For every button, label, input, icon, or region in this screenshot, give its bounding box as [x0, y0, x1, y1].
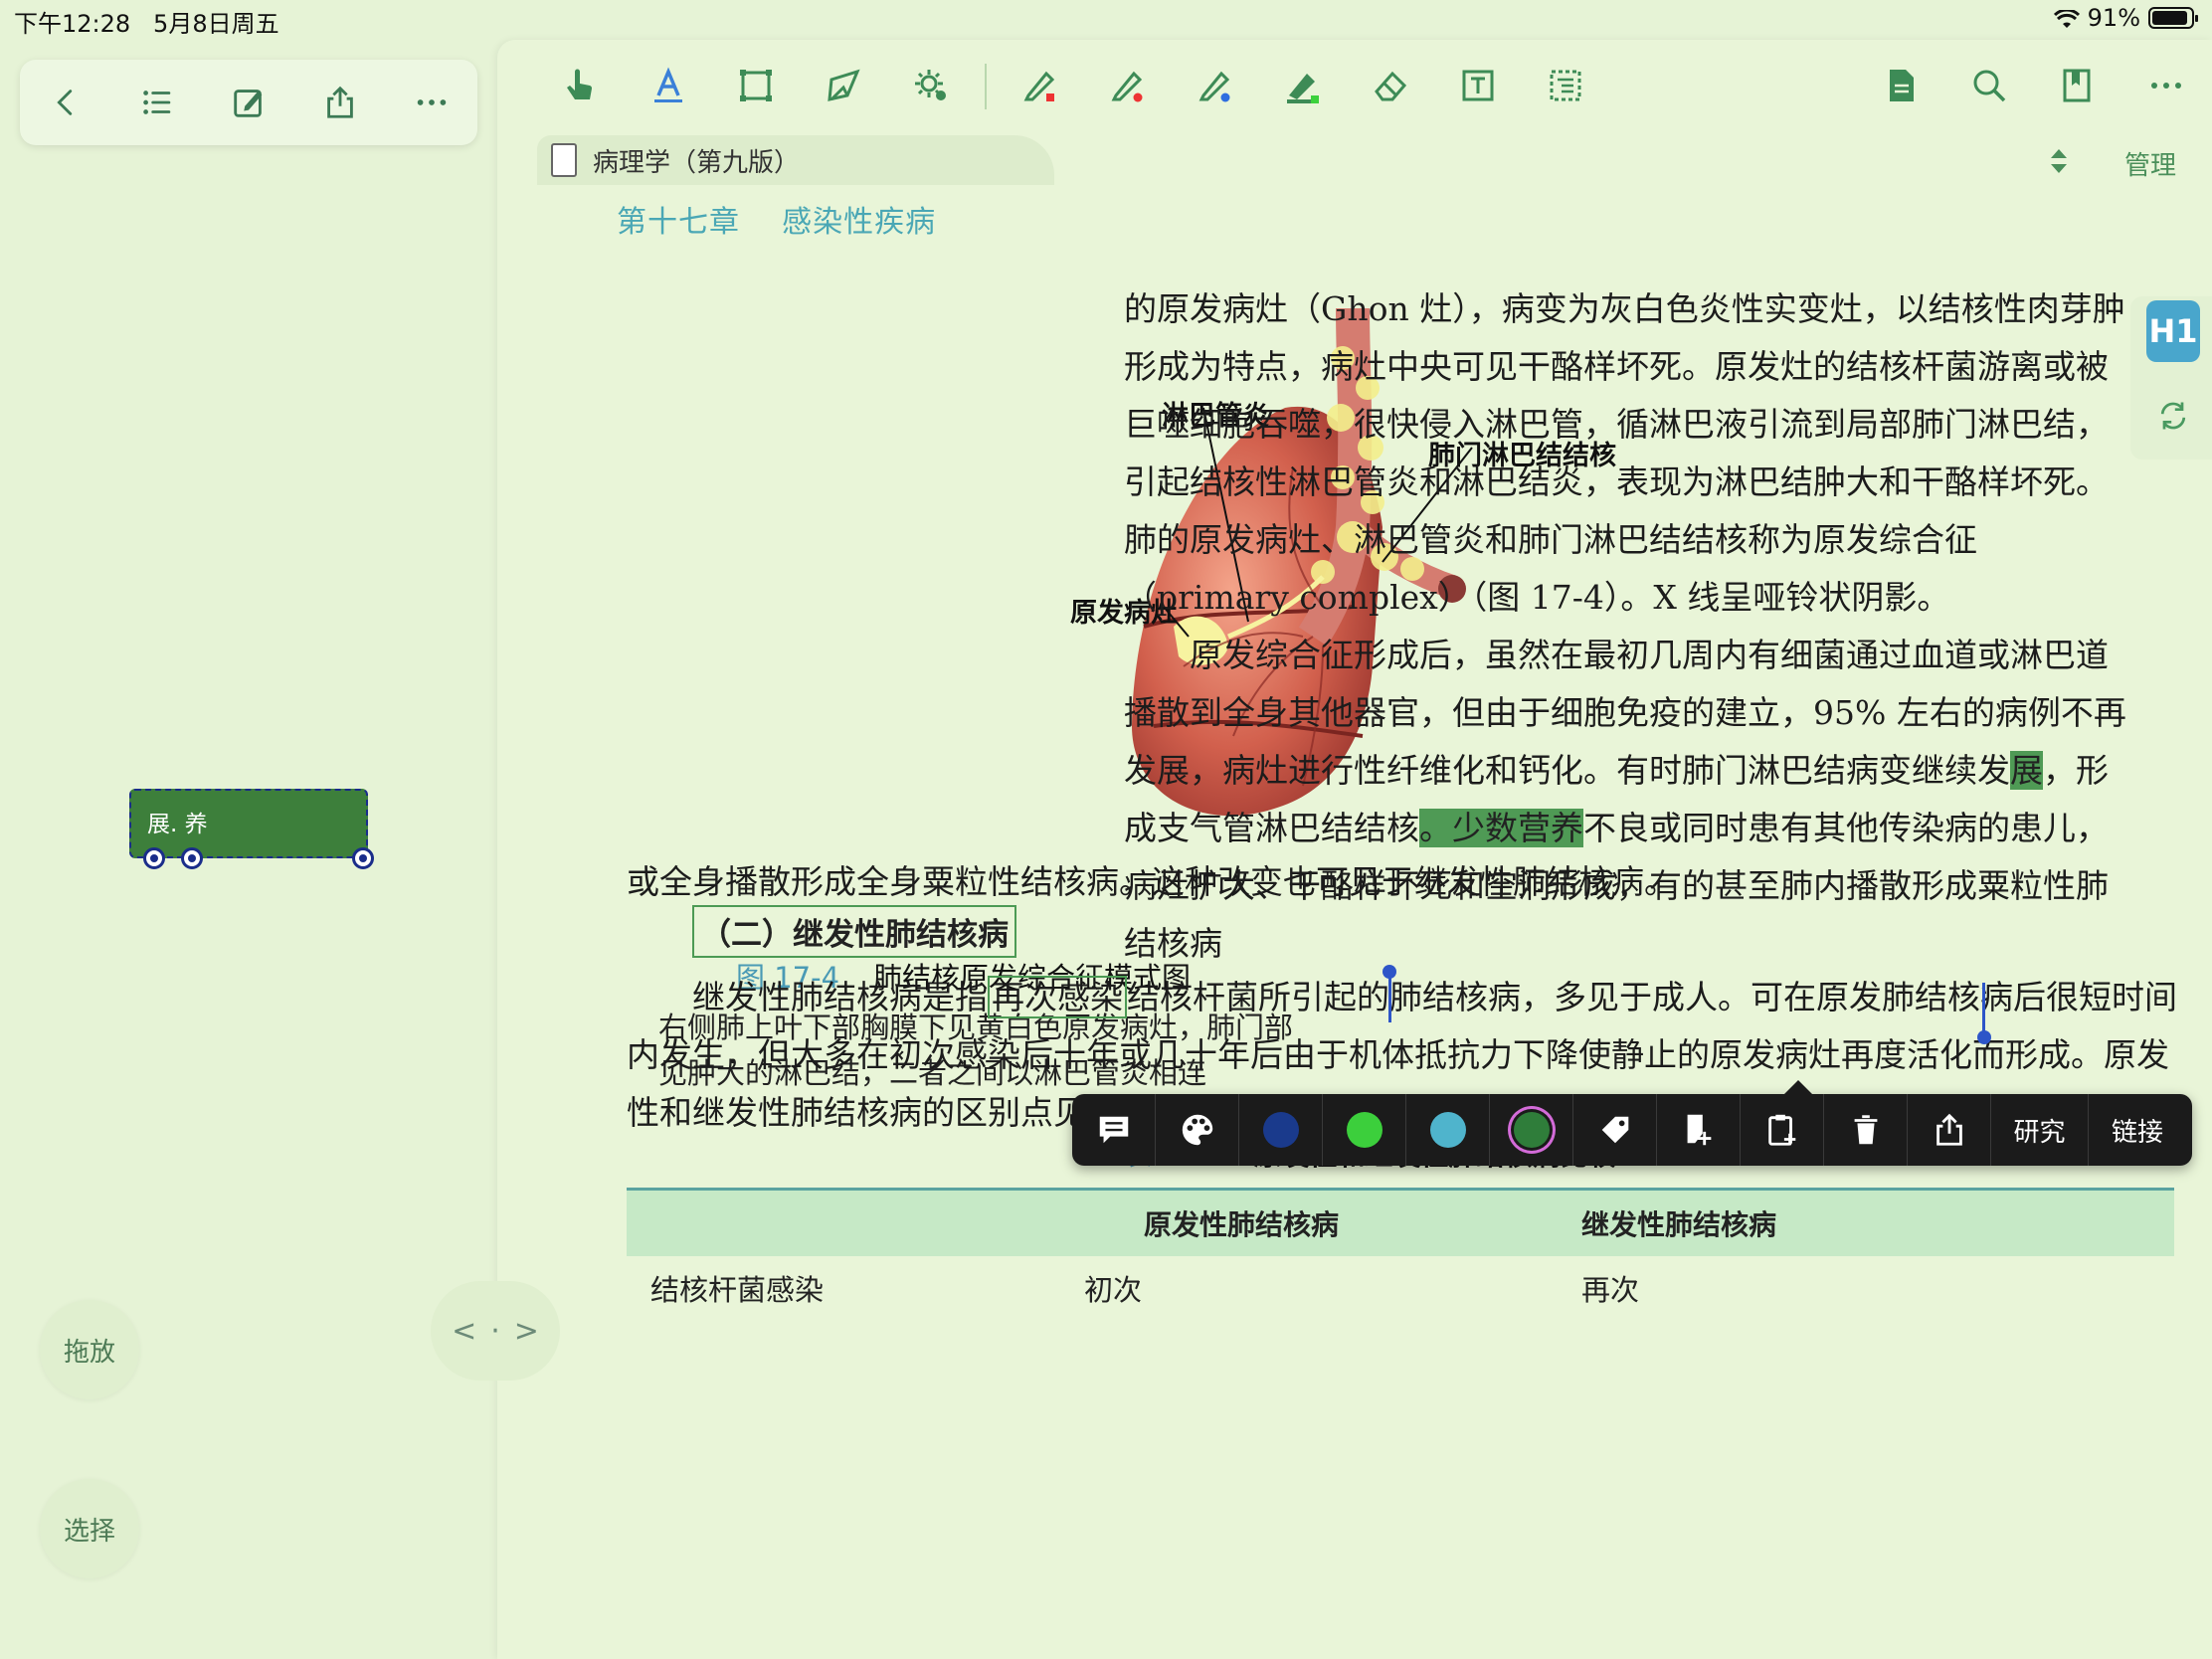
color-darkgreen-swatch-selected[interactable] — [1490, 1094, 1573, 1166]
boxed-annotation[interactable]: 再次感染 — [988, 976, 1127, 1018]
lasso-icon[interactable] — [820, 62, 867, 109]
toolbar-divider — [985, 64, 987, 109]
clipboard-add-icon[interactable] — [1741, 1094, 1824, 1166]
page-nav-dot: · — [490, 1313, 500, 1349]
battery-percent: 91% — [2087, 4, 2140, 32]
heading-h1-button[interactable]: H1 — [2146, 300, 2200, 362]
sort-arrows-icon[interactable] — [2039, 141, 2079, 181]
pdf-file-icon — [551, 143, 577, 177]
trash-icon[interactable] — [1824, 1094, 1908, 1166]
wifi-icon — [2053, 8, 2080, 28]
left-toolbar — [20, 60, 477, 145]
table-cell: 结核杆菌感染 — [650, 1273, 825, 1307]
selection-start-bar — [1388, 971, 1391, 1022]
swatch-fill — [1513, 1112, 1550, 1148]
edit-icon[interactable] — [226, 80, 272, 125]
pdf-page[interactable]: 第十七章 感染性疾病 淋巴管炎 肺门淋巴结结核 原发病灶 图 17-4 肺结核原… — [497, 185, 2212, 1659]
settings-gear-icon[interactable] — [907, 62, 955, 109]
page-nav-control[interactable]: < · > — [431, 1281, 560, 1381]
outline-icon[interactable] — [1542, 62, 1589, 109]
select-button[interactable]: 选择 — [40, 1479, 139, 1578]
note-link-handle-icon[interactable] — [181, 847, 203, 869]
drag-button[interactable]: 拖放 — [40, 1300, 139, 1399]
comparison-table: 原发性肺结核病 继发性肺结核病 结核杆菌感染 初次 再次 — [627, 1188, 2174, 1320]
body-line: 或全身播散形成全身粟粒性结核病。这种改变也可见于继发性肺结核病。 — [627, 862, 1677, 901]
search-icon[interactable] — [1965, 62, 2013, 109]
sync-icon[interactable] — [2146, 384, 2200, 448]
highlight-context-toolbar: 研究 链接 — [1072, 1080, 2192, 1166]
share-icon[interactable] — [317, 80, 363, 125]
textbox-icon[interactable] — [1454, 62, 1502, 109]
list-icon[interactable] — [134, 80, 180, 125]
highlight-selection-start[interactable]: 展 — [2010, 751, 2043, 790]
pen-red-icon[interactable] — [1016, 62, 1064, 109]
main-pane: 病理学（第九版） 管理 第十七章 感染性疾病 淋巴管炎 肺门淋巴结结核 原发病灶… — [497, 40, 2212, 1659]
add-note-icon[interactable] — [1657, 1094, 1741, 1166]
pen-blue-icon[interactable] — [1192, 62, 1239, 109]
sticky-note[interactable]: 展. 养 — [129, 789, 374, 869]
note-resize-handle-icon[interactable] — [352, 847, 374, 869]
status-right: 91% — [2053, 4, 2198, 32]
table-cell: 再次 — [1581, 1273, 1640, 1307]
text-segment: 原发综合征形成后，虽然在最初几周内有细菌通过血道或淋巴道播散到全身其他器官，但由… — [1124, 636, 2126, 790]
context-toolbar-caret — [1784, 1080, 1812, 1094]
status-time: 下午12:28 5月8日周五 — [14, 10, 279, 38]
highlight-selection-end[interactable]: 。少数营养 — [1419, 809, 1583, 847]
share-icon[interactable] — [1908, 1094, 1991, 1166]
highlighter-green-icon[interactable] — [1279, 62, 1327, 109]
paragraph-primary-focus: 的原发病灶（Ghon 灶），病变为灰白色炎性实变灶，以结核性肉芽肿形成为特点，病… — [1124, 289, 2125, 617]
table-row: 结核杆菌感染 初次 再次 — [627, 1256, 2174, 1320]
note-comment-handle-icon[interactable] — [143, 847, 165, 869]
back-chevron-icon[interactable] — [43, 80, 89, 125]
battery-fill — [2152, 11, 2187, 25]
document-icon[interactable] — [1878, 62, 1926, 109]
note-text: 展. 养 — [147, 812, 208, 837]
more-icon[interactable] — [409, 80, 455, 125]
manage-button[interactable]: 管理 — [2124, 145, 2176, 182]
main-toolbar — [497, 40, 2212, 143]
text-segment: 继发性肺结核病是指 — [692, 978, 988, 1016]
document-tab-title: 病理学（第九版） — [593, 147, 801, 178]
table-header-cell: 原发性肺结核病 — [1144, 1208, 1340, 1241]
color-cyan-swatch[interactable] — [1406, 1094, 1490, 1166]
status-bar: 下午12:28 5月8日周五 91% — [0, 0, 2212, 38]
table-header-cell: 继发性肺结核病 — [1581, 1208, 1777, 1241]
color-navy-swatch[interactable] — [1239, 1094, 1323, 1166]
next-page-chevron-icon[interactable]: > — [514, 1314, 539, 1349]
selection-end-handle[interactable] — [1977, 1030, 1991, 1044]
swatch-fill — [1262, 1112, 1299, 1148]
table-header-row: 原发性肺结核病 继发性肺结核病 — [627, 1188, 2174, 1256]
table-cell: 初次 — [1084, 1273, 1143, 1307]
swatch-fill — [1429, 1112, 1466, 1148]
rect-select-icon[interactable] — [732, 62, 780, 109]
chapter-header: 第十七章 感染性疾病 — [617, 205, 937, 240]
bookmark-icon[interactable] — [2053, 62, 2101, 109]
text-select-icon[interactable] — [645, 62, 692, 109]
eraser-icon[interactable] — [1367, 62, 1414, 109]
document-tab[interactable]: 病理学（第九版） — [537, 135, 1054, 185]
tab-row: 病理学（第九版） 管理 — [497, 135, 2212, 185]
selection-end-bar — [1982, 983, 1985, 1034]
pen-red-dot-icon[interactable] — [1104, 62, 1152, 109]
link-button[interactable]: 链接 — [2089, 1094, 2186, 1166]
swatch-fill — [1346, 1112, 1382, 1148]
section-heading-annotated[interactable]: （二）继发性肺结核病 — [692, 905, 1016, 958]
research-button[interactable]: 研究 — [1991, 1094, 2089, 1166]
prev-page-chevron-icon[interactable]: < — [452, 1314, 476, 1349]
palette-icon[interactable] — [1156, 1094, 1239, 1166]
comment-icon[interactable] — [1072, 1094, 1156, 1166]
hand-icon[interactable] — [555, 62, 603, 109]
tag-icon[interactable] — [1573, 1094, 1657, 1166]
battery-icon — [2148, 7, 2198, 29]
color-green-swatch[interactable] — [1323, 1094, 1406, 1166]
more-options-icon[interactable] — [2142, 62, 2190, 109]
